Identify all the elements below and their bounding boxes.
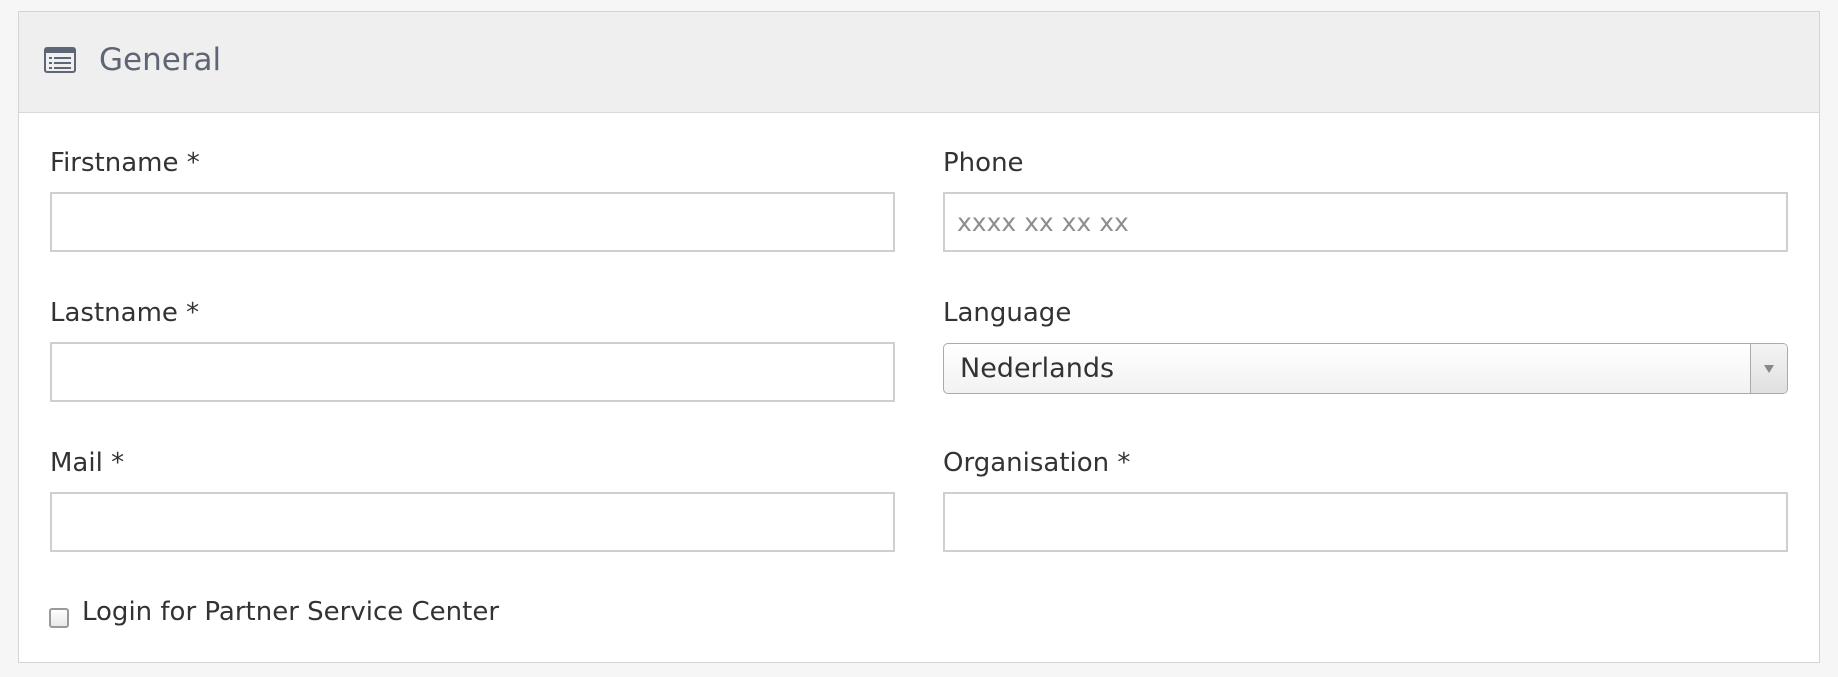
phone-input[interactable] [943,192,1788,252]
partner-login-label[interactable]: Login for Partner Service Center [82,596,499,628]
partner-login-checkbox[interactable] [49,608,69,628]
organisation-input[interactable] [943,492,1788,552]
lastname-label: Lastname * [50,298,200,328]
firstname-label: Firstname * [50,148,200,178]
lastname-input[interactable] [50,342,895,402]
language-select[interactable]: Nederlands [943,343,1788,394]
mail-input[interactable] [50,492,895,552]
phone-label: Phone [943,148,1024,178]
list-icon [44,47,76,73]
organisation-label: Organisation * [943,448,1131,478]
chevron-down-icon[interactable] [1750,344,1787,393]
language-label: Language [943,298,1072,328]
mail-label: Mail * [50,448,125,478]
panel-header: General [19,12,1819,113]
language-selected-value: Nederlands [960,353,1115,384]
firstname-input[interactable] [50,192,895,252]
panel-title: General [99,42,222,78]
general-panel: General Firstname * Lastname * Mail * Ph… [18,11,1820,663]
